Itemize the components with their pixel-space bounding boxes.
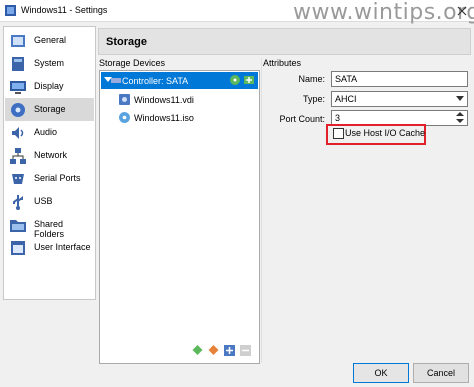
general-icon xyxy=(11,35,25,47)
page-title: Storage xyxy=(106,36,147,48)
sidebar-item-label: Audio xyxy=(34,127,58,137)
window-title: Windows11 - Settings xyxy=(21,5,108,15)
optical-disk-icon xyxy=(119,112,130,123)
shared-folders-icon xyxy=(10,220,26,232)
sidebar-item-general[interactable]: General xyxy=(5,29,94,52)
add-controller-icon[interactable] xyxy=(191,344,204,357)
add-attachment-icon[interactable] xyxy=(223,344,236,357)
sidebar-item-serial-ports[interactable]: Serial Ports xyxy=(5,167,94,190)
ok-button-label: OK xyxy=(374,368,388,378)
sidebar-item-label: USB xyxy=(34,196,53,206)
type-select[interactable]: AHCI xyxy=(331,91,468,107)
title-bar: Windows11 - Settings www.wintips.org xyxy=(0,0,474,25)
name-field[interactable]: SATA xyxy=(331,71,468,87)
sidebar-item-network[interactable]: Network xyxy=(5,144,94,167)
storage-devices-tree[interactable]: Controller: SATA Windows11.vdi Windows11… xyxy=(99,70,260,364)
sidebar-item-label: General xyxy=(34,35,67,45)
add-optical-drive-icon[interactable] xyxy=(229,74,241,86)
sidebar-item-label: User Interface xyxy=(34,242,91,252)
port-count-label: Port Count: xyxy=(279,114,325,124)
close-icon xyxy=(457,6,467,15)
display-icon xyxy=(10,81,26,94)
attributes-label: Attributes xyxy=(263,58,302,68)
sidebar-item-label: Display xyxy=(34,81,64,91)
name-label: Name: xyxy=(298,74,325,84)
remove-attachment-icon[interactable] xyxy=(239,344,252,357)
storage-devices-label: Storage Devices xyxy=(99,58,166,68)
network-icon xyxy=(10,148,26,164)
page-header: Storage xyxy=(98,28,471,55)
sidebar-item-display[interactable]: Display xyxy=(5,75,94,98)
name-value: SATA xyxy=(335,74,358,84)
sidebar-item-audio[interactable]: Audio xyxy=(5,121,94,144)
sidebar-item-usb[interactable]: USB xyxy=(5,190,94,213)
sidebar-item-storage[interactable]: Storage xyxy=(5,98,94,121)
settings-nav: General System Display Storage Audio Net… xyxy=(3,26,96,300)
sidebar-item-label: Serial Ports xyxy=(34,173,81,183)
sidebar-item-label: Network xyxy=(34,150,68,160)
controller-label: Controller: SATA xyxy=(122,76,189,86)
use-host-io-cache-label: Use Host I/O Cache xyxy=(345,128,426,138)
disk-label: Windows11.iso xyxy=(134,113,194,123)
chevron-down-icon xyxy=(456,96,464,101)
type-value: AHCI xyxy=(335,94,357,104)
watermark: www.wintips.org xyxy=(293,0,474,25)
ok-button[interactable]: OK xyxy=(353,363,409,383)
disk-label: Windows11.vdi xyxy=(134,95,194,105)
controller-icon xyxy=(111,78,121,83)
controller-sata-row[interactable]: Controller: SATA xyxy=(101,72,258,89)
cancel-button-label: Cancel xyxy=(426,368,455,378)
cancel-button[interactable]: Cancel xyxy=(413,363,469,383)
remove-controller-icon[interactable] xyxy=(207,344,220,357)
sidebar-item-shared-folders[interactable]: Shared Folders xyxy=(5,213,94,239)
port-count-value: 3 xyxy=(335,113,341,123)
storage-icon xyxy=(11,103,25,117)
spin-arrows-icon[interactable] xyxy=(456,112,464,123)
divider xyxy=(261,58,262,363)
sidebar-item-system[interactable]: System xyxy=(5,52,94,75)
add-hard-disk-icon[interactable] xyxy=(243,74,255,86)
system-icon xyxy=(12,57,24,71)
serial-ports-icon xyxy=(12,174,24,184)
hard-disk-icon xyxy=(119,94,130,105)
sidebar-item-user-interface[interactable]: User Interface xyxy=(5,236,94,259)
sidebar-item-label: System xyxy=(34,58,65,68)
audio-icon xyxy=(12,127,24,139)
type-label: Type: xyxy=(302,94,325,104)
list-item[interactable]: Windows11.vdi xyxy=(116,91,256,108)
user-interface-icon xyxy=(11,241,25,255)
sidebar-item-label: Storage xyxy=(34,104,66,114)
close-window-button[interactable] xyxy=(452,1,472,20)
usb-icon xyxy=(13,195,23,210)
use-host-io-cache-checkbox[interactable] xyxy=(333,128,344,139)
list-item[interactable]: Windows11.iso xyxy=(116,109,256,126)
virtualbox-icon xyxy=(5,5,16,16)
